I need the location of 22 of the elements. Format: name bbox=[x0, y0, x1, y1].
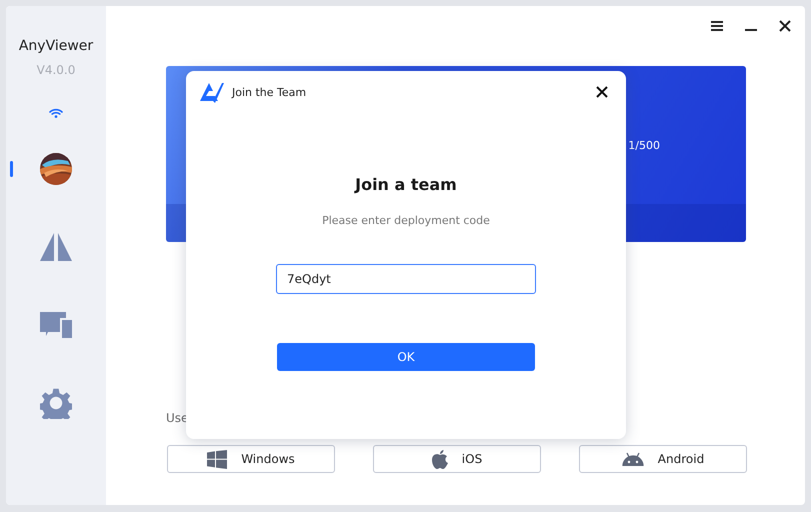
code-field[interactable]: 7eQdyt bbox=[276, 264, 536, 294]
wifi-icon bbox=[49, 108, 63, 118]
ok-button[interactable]: OK bbox=[277, 343, 535, 371]
version-label: V4.0.0 bbox=[36, 62, 76, 78]
dialog-prompt: Please enter deployment code bbox=[322, 214, 490, 227]
menu-icon[interactable] bbox=[711, 21, 723, 31]
dialog-title: Join the Team bbox=[232, 86, 308, 98]
team-count: 1/500 bbox=[628, 138, 660, 152]
platform-button[interactable]: Windows bbox=[167, 445, 335, 473]
close-icon[interactable] bbox=[779, 20, 791, 32]
android-icon bbox=[622, 452, 644, 466]
windows-icon bbox=[207, 450, 228, 468]
apple-icon bbox=[432, 450, 448, 468]
devices-icon bbox=[40, 312, 72, 338]
platform-button[interactable]: Android bbox=[579, 445, 747, 473]
settings-icon bbox=[40, 387, 72, 419]
platform-button[interactable]: iOS bbox=[373, 445, 541, 473]
dialog-heading: Join a team bbox=[355, 175, 457, 194]
app-name: AnyViewer bbox=[18, 37, 94, 56]
logo-icon bbox=[200, 81, 224, 103]
split-triangle-icon bbox=[40, 233, 72, 261]
close-icon[interactable] bbox=[596, 86, 608, 98]
